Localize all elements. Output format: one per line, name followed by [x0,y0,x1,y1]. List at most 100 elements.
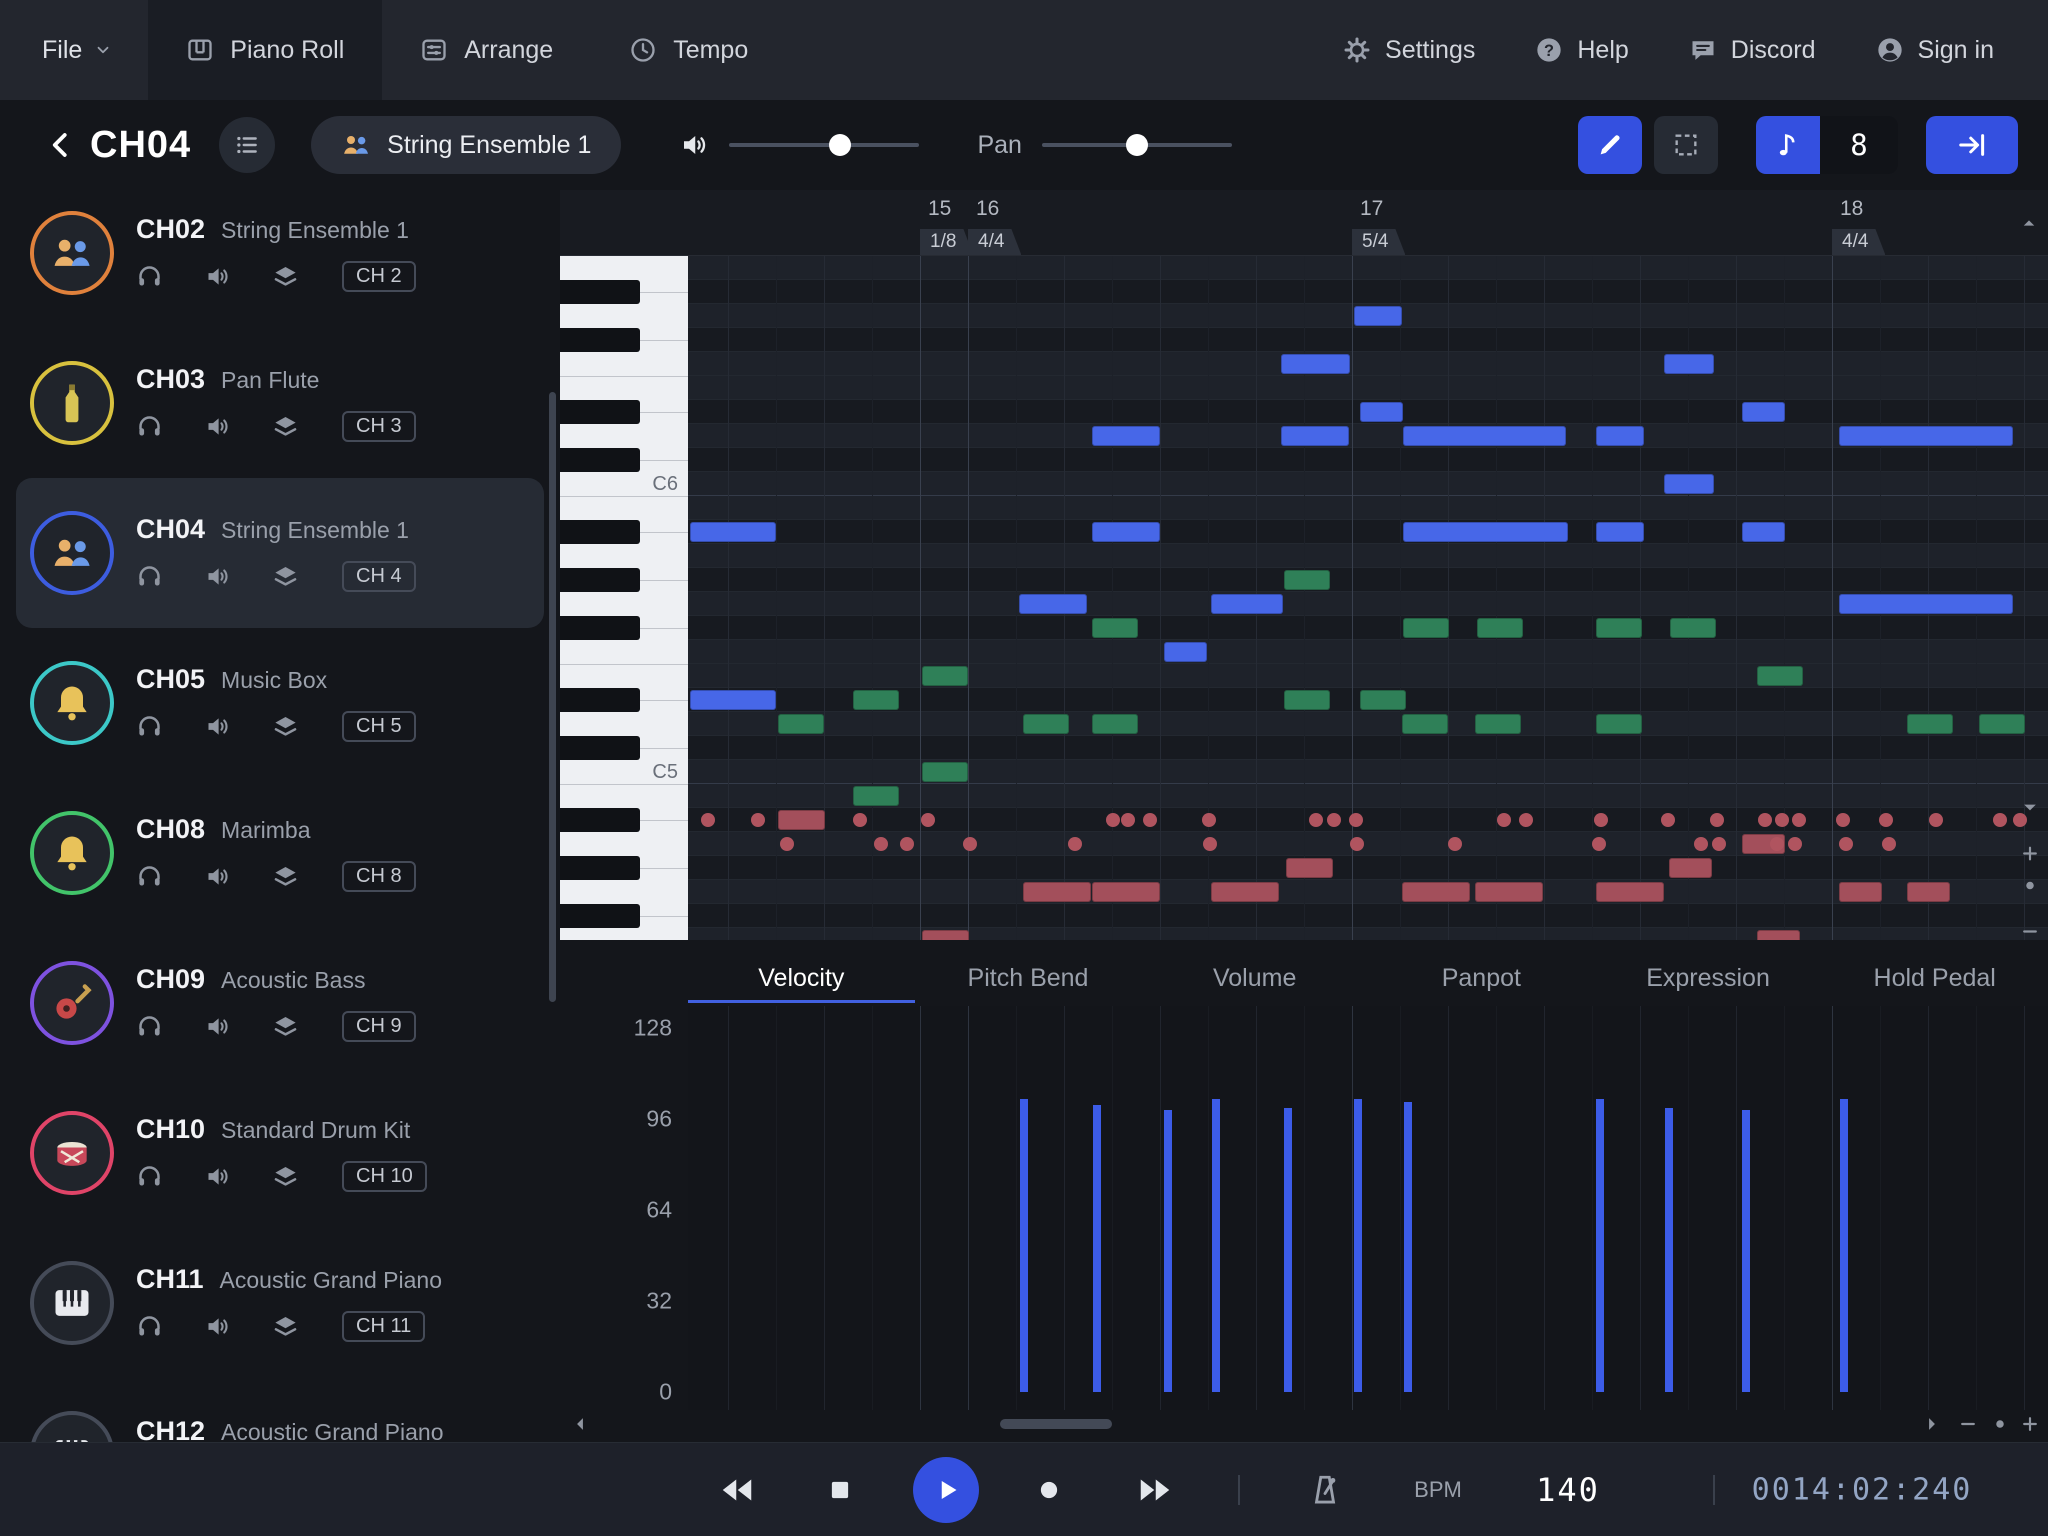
stop-button[interactable] [825,1475,855,1505]
piano-key-black[interactable] [560,736,640,760]
midi-note[interactable] [1475,882,1543,902]
piano-keyboard[interactable]: C6C5 [560,256,688,940]
grid-row[interactable] [688,616,2048,640]
back-button[interactable] [40,124,82,166]
scroll-down-button[interactable] [2020,798,2040,823]
track-ch03[interactable]: CH03 Pan Flute CH 3 [16,328,544,478]
velocity-bar[interactable] [1742,1110,1750,1392]
drum-note[interactable] [1788,837,1802,851]
midi-note[interactable] [1596,882,1664,902]
midi-note[interactable] [1757,930,1800,940]
midi-note[interactable] [1596,522,1644,542]
grid-row[interactable] [688,568,2048,592]
drum-note[interactable] [1882,837,1896,851]
headphones-icon[interactable] [136,713,163,740]
midi-note[interactable] [1670,618,1716,638]
headphones-icon[interactable] [136,263,163,290]
drum-note[interactable] [900,837,914,851]
piano-key-black[interactable] [560,808,640,832]
piano-key-black[interactable] [560,568,640,592]
midi-note[interactable] [1092,618,1138,638]
scrollbar-thumb[interactable] [1000,1419,1112,1429]
selection-tool-button[interactable] [1654,116,1718,174]
midi-note[interactable] [1596,714,1642,734]
midi-note[interactable] [1757,666,1803,686]
controller-tab-expression[interactable]: Expression [1595,953,1822,1003]
track-list-button[interactable] [219,117,275,173]
controller-tab-hold-pedal[interactable]: Hold Pedal [1821,953,2048,1003]
track-ch12[interactable]: CH12 Acoustic Grand Piano [16,1378,544,1442]
zoom-out-button[interactable] [1958,1414,1978,1434]
controller-tab-volume[interactable]: Volume [1141,953,1368,1003]
midi-note[interactable] [1023,882,1091,902]
drum-note[interactable] [751,813,765,827]
piano-key-black[interactable] [560,856,640,880]
drum-note[interactable] [1497,813,1511,827]
drum-note[interactable] [1121,813,1135,827]
drum-note[interactable] [1710,813,1724,827]
controller-tab-velocity[interactable]: Velocity [688,953,915,1003]
drum-note[interactable] [780,837,794,851]
drum-note[interactable] [1879,813,1893,827]
zoom-out-button[interactable] [2020,922,2040,947]
midi-note[interactable] [1477,618,1523,638]
midi-note[interactable] [1092,882,1160,902]
midi-note[interactable] [690,522,776,542]
midi-note[interactable] [1742,522,1785,542]
grid-row[interactable] [688,256,2048,280]
volume-slider-knob[interactable] [829,134,851,156]
drum-note[interactable] [1792,813,1806,827]
midi-note[interactable] [778,714,824,734]
midi-note[interactable] [1360,690,1406,710]
grid-row[interactable] [688,904,2048,928]
midi-note[interactable] [1475,714,1521,734]
velocity-bar[interactable] [1164,1110,1172,1392]
drum-note[interactable] [1694,837,1708,851]
layers-icon[interactable] [272,1163,299,1190]
drum-note[interactable] [1594,813,1608,827]
velocity-bar[interactable] [1404,1102,1412,1392]
grid-row[interactable] [688,760,2048,784]
midi-note[interactable] [1211,594,1283,614]
grid-row[interactable] [688,520,2048,544]
drum-note[interactable] [1448,837,1462,851]
velocity-bar[interactable] [1354,1099,1362,1392]
speaker-icon[interactable] [204,1163,231,1190]
drum-note[interactable] [1836,813,1850,827]
midi-note[interactable] [1907,882,1950,902]
drum-note[interactable] [1106,813,1120,827]
drum-note[interactable] [1203,837,1217,851]
drum-note[interactable] [1202,813,1216,827]
headphones-icon[interactable] [136,413,163,440]
note-length-button[interactable] [1756,116,1820,174]
midi-note[interactable] [1281,426,1349,446]
grid-row[interactable] [688,640,2048,664]
go-to-end-button[interactable] [1926,116,2018,174]
drum-note[interactable] [1758,813,1772,827]
midi-note[interactable] [1092,522,1160,542]
drum-note[interactable] [701,813,715,827]
track-ch02[interactable]: CH02 String Ensemble 1 CH 2 [16,190,544,328]
headphones-icon[interactable] [136,1313,163,1340]
drum-note[interactable] [1993,813,2007,827]
midi-note[interactable] [1596,426,1644,446]
midi-note[interactable] [1286,858,1333,878]
note-length-value[interactable]: 8 [1820,116,1898,174]
grid-row[interactable] [688,544,2048,568]
midi-note[interactable] [1839,426,2013,446]
midi-note[interactable] [778,810,825,830]
piano-key-black[interactable] [560,688,640,712]
midi-note[interactable] [1664,354,1714,374]
grid-row[interactable] [688,472,2048,496]
zoom-in-button[interactable] [2020,1414,2040,1434]
velocity-bar[interactable] [1840,1099,1848,1392]
midi-note[interactable] [690,690,776,710]
scroll-left-button[interactable] [570,1414,590,1434]
sidebar-scrollbar[interactable] [549,392,556,1002]
midi-note[interactable] [1403,618,1449,638]
pan-slider-knob[interactable] [1126,134,1148,156]
time-signature-chip[interactable]: 4/4 [968,229,1021,255]
piano-key-black[interactable] [560,400,640,424]
drum-note[interactable] [1143,813,1157,827]
midi-note[interactable] [1354,306,1402,326]
